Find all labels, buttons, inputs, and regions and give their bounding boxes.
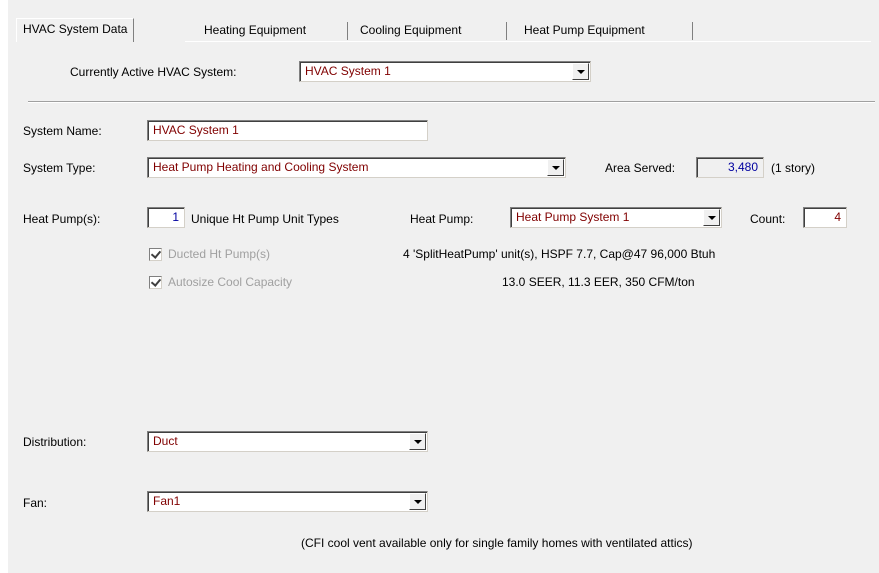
count-label: Count:	[750, 212, 786, 226]
tab-hvac-system-data[interactable]: HVAC System Data	[16, 18, 135, 42]
tab-cooling-equipment[interactable]: Cooling Equipment	[354, 20, 467, 42]
area-served-value: 3,480	[696, 157, 764, 178]
heat-pump-dropdown[interactable]: Heat Pump System 1	[510, 207, 722, 228]
area-served-label: Area Served:	[605, 161, 676, 175]
heat-pump-summary-line1: 4 'SplitHeatPump' unit(s), HSPF 7.7, Cap…	[403, 247, 716, 261]
system-name-label: System Name:	[23, 124, 102, 138]
active-system-value: HVAC System 1	[305, 64, 391, 78]
heat-pump-label: Heat Pump:	[410, 212, 474, 226]
tab-heating-equipment[interactable]: Heating Equipment	[198, 20, 312, 42]
ducted-heat-pump-checkbox[interactable]	[149, 248, 162, 261]
system-type-label: System Type:	[23, 161, 96, 175]
tab-divider	[347, 22, 348, 40]
tab-bar: HVAC System Data Heating Equipment Cooli…	[16, 10, 871, 42]
area-served-note: (1 story)	[771, 161, 816, 175]
active-system-label: Currently Active HVAC System:	[70, 65, 237, 79]
system-name-value: HVAC System 1	[153, 123, 239, 137]
system-name-input[interactable]: HVAC System 1	[147, 120, 428, 141]
chevron-down-icon[interactable]	[409, 433, 426, 450]
fan-dropdown[interactable]: Fan1	[147, 491, 428, 512]
ducted-heat-pump-label: Ducted Ht Pump(s)	[168, 247, 271, 261]
distribution-dropdown[interactable]: Duct	[147, 431, 428, 452]
fan-label: Fan:	[23, 496, 48, 510]
tab-divider	[692, 22, 693, 40]
cfi-footnote: (CFI cool vent available only for single…	[301, 536, 693, 550]
distribution-value: Duct	[153, 434, 178, 448]
chevron-down-icon[interactable]	[547, 159, 564, 176]
system-type-value: Heat Pump Heating and Cooling System	[153, 160, 369, 174]
separator-highlight	[28, 102, 875, 103]
chevron-down-icon[interactable]	[703, 209, 720, 226]
distribution-label: Distribution:	[23, 435, 87, 449]
active-system-dropdown[interactable]: HVAC System 1	[299, 61, 591, 82]
autosize-cool-capacity-checkbox[interactable]	[149, 276, 162, 289]
heat-pumps-label: Heat Pump(s):	[23, 212, 101, 226]
chevron-down-icon[interactable]	[572, 63, 589, 80]
count-input[interactable]: 4	[803, 207, 847, 228]
tab-divider	[506, 22, 507, 40]
tab-heat-pump-equipment[interactable]: Heat Pump Equipment	[518, 20, 651, 42]
chevron-down-icon[interactable]	[409, 493, 426, 510]
unique-heat-pump-count-input[interactable]: 1	[147, 207, 185, 228]
unique-heat-pump-label: Unique Ht Pump Unit Types	[191, 212, 339, 226]
fan-value: Fan1	[153, 494, 181, 508]
system-type-dropdown[interactable]: Heat Pump Heating and Cooling System	[147, 157, 566, 178]
hvac-dialog: HVAC System Data Heating Equipment Cooli…	[8, 0, 879, 573]
heat-pump-summary-line2: 13.0 SEER, 11.3 EER, 350 CFM/ton	[502, 275, 695, 289]
autosize-cool-capacity-label: Autosize Cool Capacity	[168, 275, 293, 289]
heat-pump-value: Heat Pump System 1	[516, 210, 630, 224]
